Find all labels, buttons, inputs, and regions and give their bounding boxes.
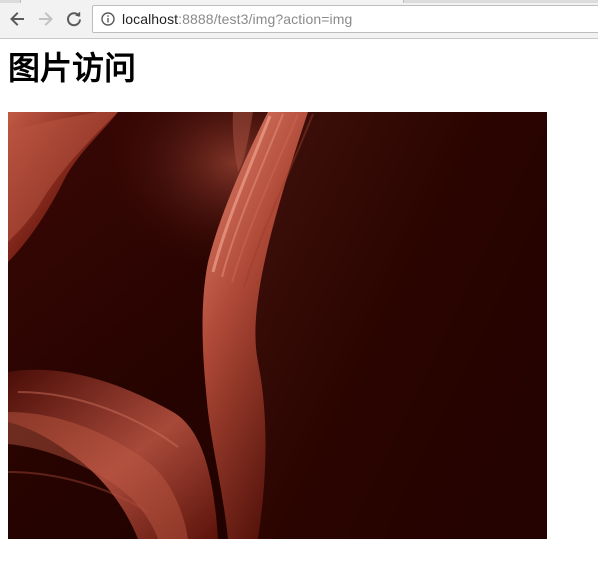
url-path: :8888/test3/img?action=img (178, 11, 353, 27)
arrow-right-icon (37, 10, 55, 28)
address-bar[interactable]: localhost:8888/test3/img?action=img (92, 5, 598, 33)
canyon-photo (8, 112, 547, 539)
tab-strip (0, 0, 598, 3)
page-title: 图片访问 (8, 49, 137, 87)
forward-button[interactable] (35, 8, 57, 30)
url-host: localhost (122, 11, 179, 27)
active-tab[interactable] (20, 0, 404, 3)
browser-toolbar: localhost:8888/test3/img?action=img (0, 0, 598, 39)
reload-button[interactable] (63, 8, 85, 30)
back-button[interactable] (6, 8, 28, 30)
url-text: localhost:8888/test3/img?action=img (122, 11, 352, 27)
reload-icon (65, 10, 83, 28)
arrow-left-icon (8, 10, 26, 28)
info-circle-icon[interactable] (100, 11, 116, 27)
